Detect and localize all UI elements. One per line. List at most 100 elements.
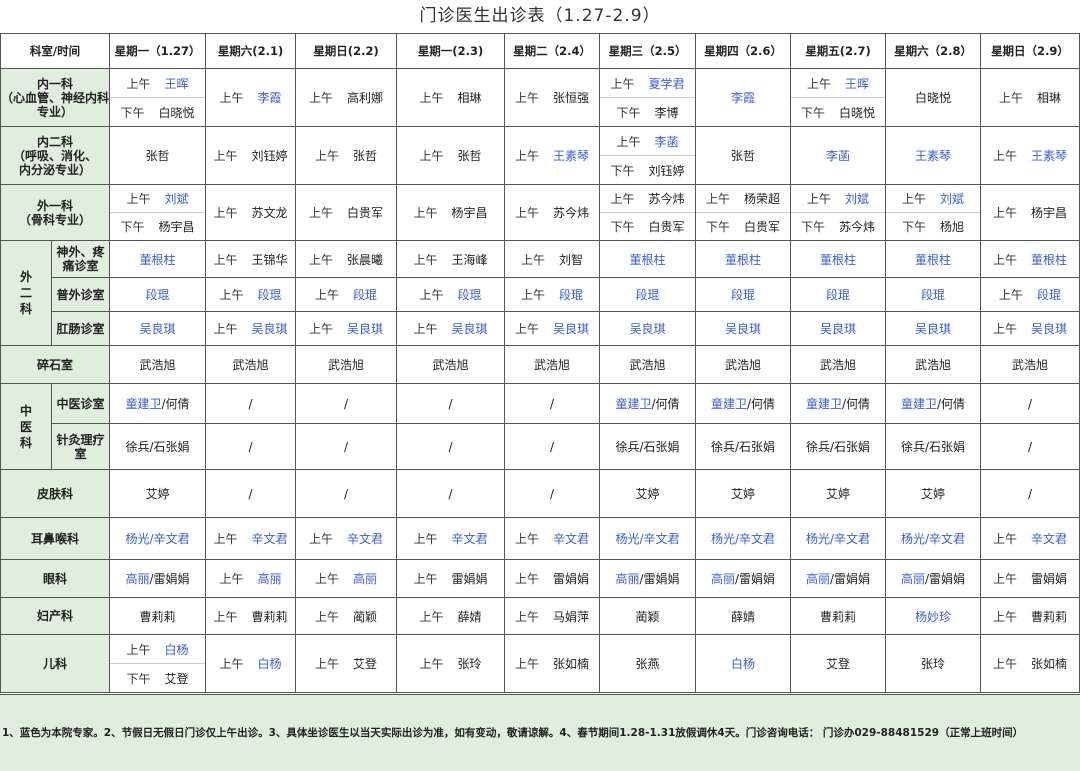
schedule-cell: 武浩旭	[109, 345, 207, 384]
doctor-name: 苏今炜	[648, 192, 685, 206]
doctor-name: 白晓悦	[158, 105, 195, 120]
schedule-cell: 上午 曹莉莉	[980, 597, 1080, 635]
doctor-name: 段琨	[559, 288, 584, 302]
day-header: 星期四（2.6）	[695, 33, 792, 69]
doctor-name: 蔺颖	[635, 609, 660, 624]
doctor-name: 雷娟娟	[553, 572, 590, 586]
schedule-cell: 艾登	[790, 634, 887, 693]
schedule-cell: 上午 王素琴	[504, 126, 601, 185]
schedule-cell: 董根柱	[109, 240, 207, 278]
day-header: 星期日（2.9）	[980, 33, 1080, 69]
day-header: 星期六(2.1)	[205, 33, 297, 69]
session-label: 上午	[213, 149, 238, 163]
session-label: 上午	[515, 532, 540, 546]
session-label: 上午	[610, 192, 635, 206]
schedule-cell: 徐兵/石张娟	[109, 423, 207, 470]
doctor-name: 白晓悦	[839, 105, 876, 120]
schedule-cell: /	[504, 383, 601, 424]
doctor-name: 曹莉莉	[139, 609, 176, 624]
schedule-cell: 吴良琪	[599, 311, 697, 346]
doctor-name: 刘斌	[940, 192, 965, 206]
session-label: 上午	[998, 91, 1023, 105]
doctor-name: 李菡	[654, 134, 679, 149]
doctor-name: 艾婷	[635, 487, 660, 501]
session-label: 上午	[807, 76, 832, 91]
doctor-name: 武浩旭	[139, 358, 176, 372]
doctor-name: 艾婷	[145, 487, 170, 501]
doctor-name: 刘斌	[164, 192, 189, 206]
doctor-name: /	[248, 439, 253, 454]
schedule-cell: 艾婷	[695, 469, 792, 518]
schedule-cell: 张燕	[599, 634, 697, 693]
schedule-cell: 杨光/辛文君	[599, 517, 697, 560]
schedule-cell: 段琨	[599, 277, 697, 312]
schedule-cell: 上午 张玲	[396, 634, 506, 693]
doctor-name: 吴良琪	[251, 322, 288, 336]
schedule-cell: 吴良琪	[695, 311, 792, 346]
session-label: 上午	[126, 642, 151, 657]
clinic-label: 中医诊室	[50, 383, 111, 424]
schedule-cell: 董根柱	[885, 240, 982, 278]
doctor-name: 艾婷	[731, 487, 756, 501]
schedule-cell: 吴良琪	[790, 311, 887, 346]
doctor-name: 高丽/雷娟娟	[805, 572, 871, 586]
schedule-cell: 上午 王锦华	[205, 240, 297, 278]
schedule-cell: 童建卫/何倩	[599, 383, 697, 424]
session-label: 上午	[419, 288, 444, 302]
doctor-name: 高丽/雷娟娟	[125, 572, 190, 586]
session-label: 下午	[902, 220, 927, 234]
schedule-cell: 上午 吴良琪	[295, 311, 398, 346]
session-label: 下午	[616, 105, 641, 120]
schedule-cell: 王素琴	[885, 126, 982, 185]
doctor-name: 杨荣超	[744, 192, 781, 206]
schedule-cell: 艾婷	[790, 469, 887, 518]
doctor-name: 王海峰	[451, 252, 488, 267]
doctor-name: 张燕	[635, 657, 660, 671]
doctor-name: 张玲	[457, 657, 482, 671]
doctor-name: 段琨	[1037, 288, 1062, 302]
session-label: 上午	[515, 322, 540, 336]
doctor-name: 高丽/雷娟娟	[710, 572, 776, 586]
doctor-name: /	[448, 396, 453, 411]
schedule-cell: 上午 艾登	[295, 634, 398, 693]
session-label: 上午	[419, 91, 444, 105]
session-label: 上午	[219, 288, 244, 302]
schedule-cell: 上午 薛婧	[396, 597, 506, 635]
department-label: 妇产科	[0, 597, 111, 635]
session-label: 上午	[315, 572, 340, 586]
doctor-name: 杨宇昌	[158, 220, 195, 234]
doctor-name: 张恒强	[553, 91, 590, 105]
schedule-cell: 上午 杨荣超 下午 白贵军	[695, 184, 792, 241]
schedule-cell: 童建卫/何倩	[885, 383, 982, 424]
session-label: 上午	[515, 572, 540, 586]
schedule-cell: 杨妙珍	[885, 597, 982, 635]
session-label: 上午	[219, 91, 244, 105]
schedule-cell: /	[205, 383, 297, 424]
department-label: 外一科 （骨科专业）	[0, 184, 111, 241]
doctor-name: 辛文君	[251, 532, 288, 546]
session-label: 上午	[515, 206, 540, 220]
doctor-name: 张晨曦	[347, 252, 384, 267]
doctor-name: 李霞	[731, 91, 756, 105]
schedule-cell: /	[504, 423, 601, 470]
schedule-cell: 艾婷	[599, 469, 697, 518]
session-label: 上午	[315, 609, 340, 624]
doctor-name: 辛文君	[553, 532, 590, 546]
table-row: 普外诊室 段琨 上午 段琨 上午 段琨 上午 段琨 上午 段琨 段琨 段琨 段琨 段琨 上午 段琨	[1, 277, 1080, 312]
doctor-name: 张玲	[921, 657, 946, 671]
schedule-cell: 武浩旭	[695, 345, 792, 384]
doctor-name: 艾登	[826, 657, 851, 671]
table-row: 儿科 上午 白杨 下午 艾登 上午 白杨 上午 艾登 上午 张玲 上午 张如楠 张燕 白杨 艾登 张玲 上午 张如楠	[0, 634, 1080, 693]
doctor-name: 吴良琪	[820, 322, 857, 336]
day-header: 星期五(2.7)	[790, 33, 887, 69]
schedule-cell: 艾婷	[109, 469, 207, 518]
doctor-name: 徐兵/石张娟	[805, 440, 871, 454]
doctor-name: 杨光/辛文君	[900, 532, 966, 546]
doctor-name: 王晖	[845, 76, 870, 91]
schedule-cell: 上午 高利娜	[295, 68, 398, 127]
doctor-name: /	[1027, 486, 1033, 501]
table-row: 内一科 （心血管、神经内科专业） 上午 王晖 下午 白晓悦 上午 李霞 上午 高利娜 上午 相琳 上午张…	[0, 68, 1080, 127]
schedule-cell: 上午 刘智	[504, 240, 601, 278]
session-label: 上午	[992, 532, 1017, 546]
schedule-cell: 上午 段琨	[504, 277, 601, 312]
